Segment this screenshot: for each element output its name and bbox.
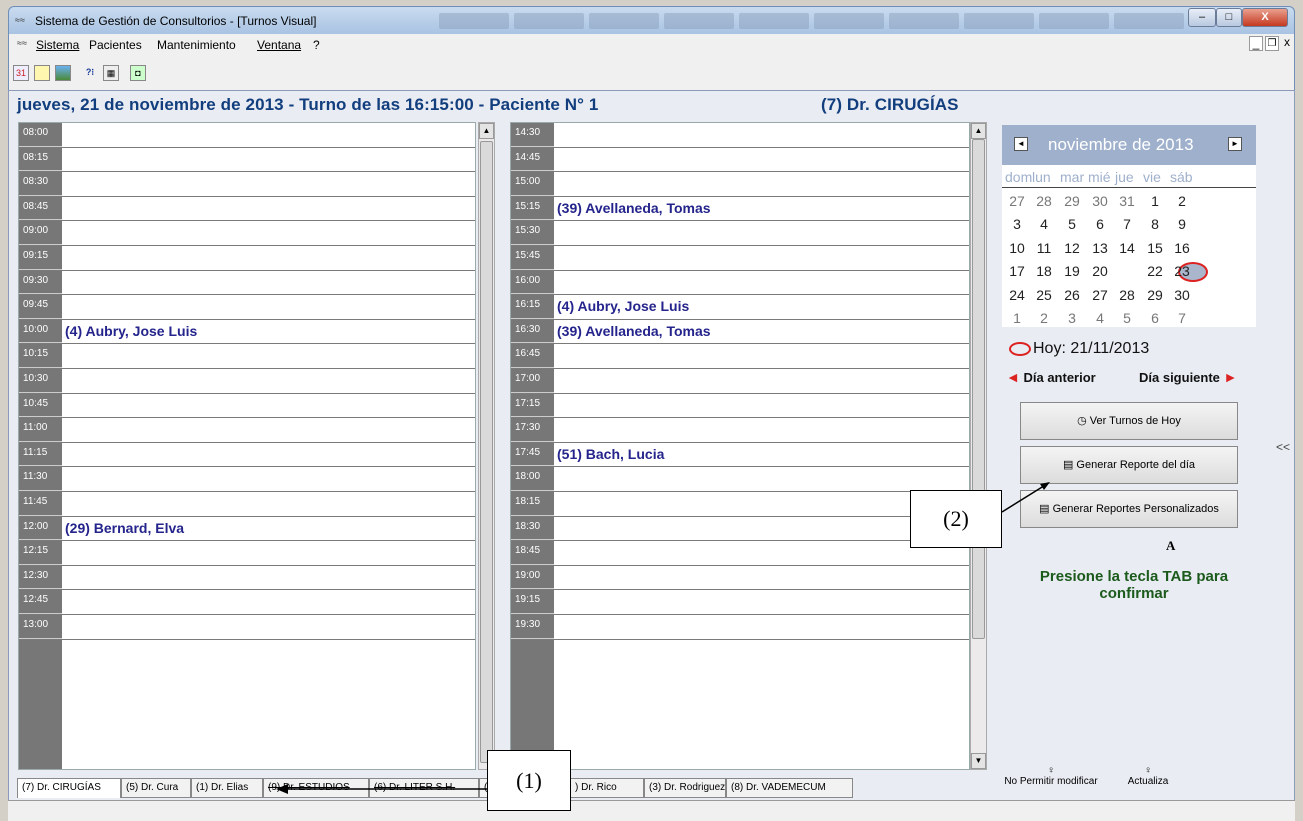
callout-1-arrowhead [276, 784, 288, 794]
annotation-arrows [276, 482, 1050, 794]
callout-2-arrow [1001, 483, 1048, 513]
callout-2-arrowhead [1040, 482, 1050, 490]
callout-2: (2) [910, 490, 1002, 548]
callout-1: (1) [487, 750, 571, 811]
